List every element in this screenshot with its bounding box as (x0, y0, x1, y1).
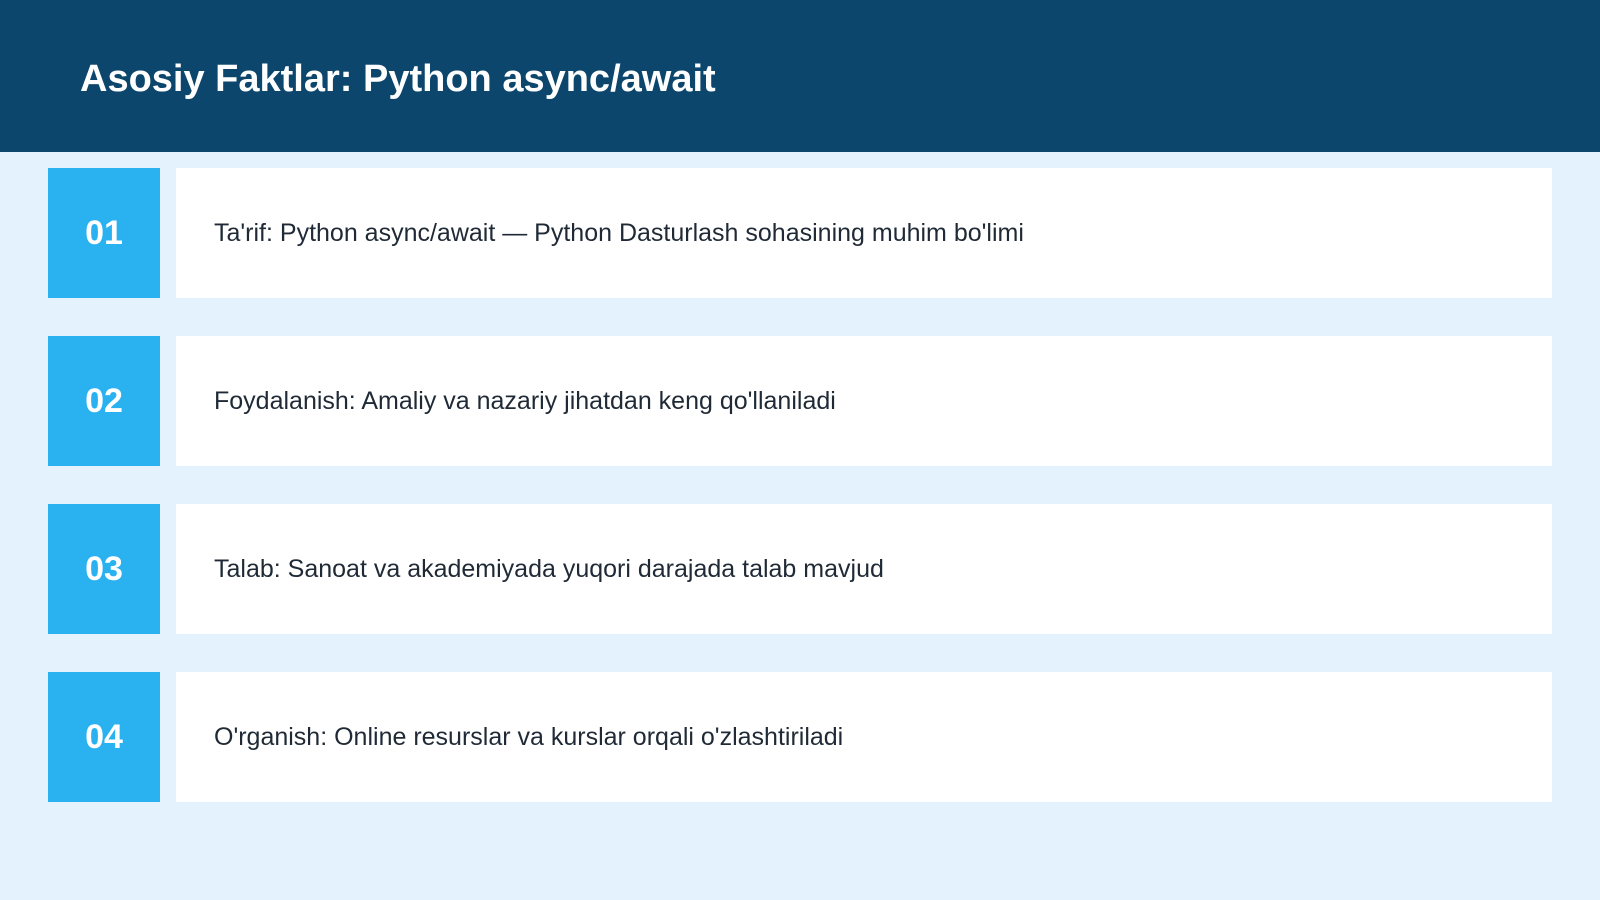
fact-row-1: 01 Ta'rif: Python async/await — Python D… (48, 168, 1552, 298)
fact-card: Ta'rif: Python async/await — Python Dast… (176, 168, 1552, 298)
fact-number-badge: 03 (48, 504, 160, 634)
fact-text: Foydalanish: Amaliy va nazariy jihatdan … (214, 386, 836, 415)
fact-list: 01 Ta'rif: Python async/await — Python D… (0, 0, 1600, 900)
fact-card: O'rganish: Online resurslar va kurslar o… (176, 672, 1552, 802)
fact-row-4: 04 O'rganish: Online resurslar va kursla… (48, 672, 1552, 802)
fact-text: Talab: Sanoat va akademiyada yuqori dara… (214, 554, 884, 583)
fact-text: Ta'rif: Python async/await — Python Dast… (214, 218, 1024, 247)
fact-row-2: 02 Foydalanish: Amaliy va nazariy jihatd… (48, 336, 1552, 466)
fact-number: 02 (85, 381, 123, 420)
fact-number: 04 (85, 717, 123, 756)
fact-card: Foydalanish: Amaliy va nazariy jihatdan … (176, 336, 1552, 466)
fact-number-badge: 04 (48, 672, 160, 802)
fact-number-badge: 02 (48, 336, 160, 466)
fact-card: Talab: Sanoat va akademiyada yuqori dara… (176, 504, 1552, 634)
fact-number-badge: 01 (48, 168, 160, 298)
fact-number: 01 (85, 213, 123, 252)
fact-number: 03 (85, 549, 123, 588)
fact-text: O'rganish: Online resurslar va kurslar o… (214, 722, 844, 751)
fact-row-3: 03 Talab: Sanoat va akademiyada yuqori d… (48, 504, 1552, 634)
